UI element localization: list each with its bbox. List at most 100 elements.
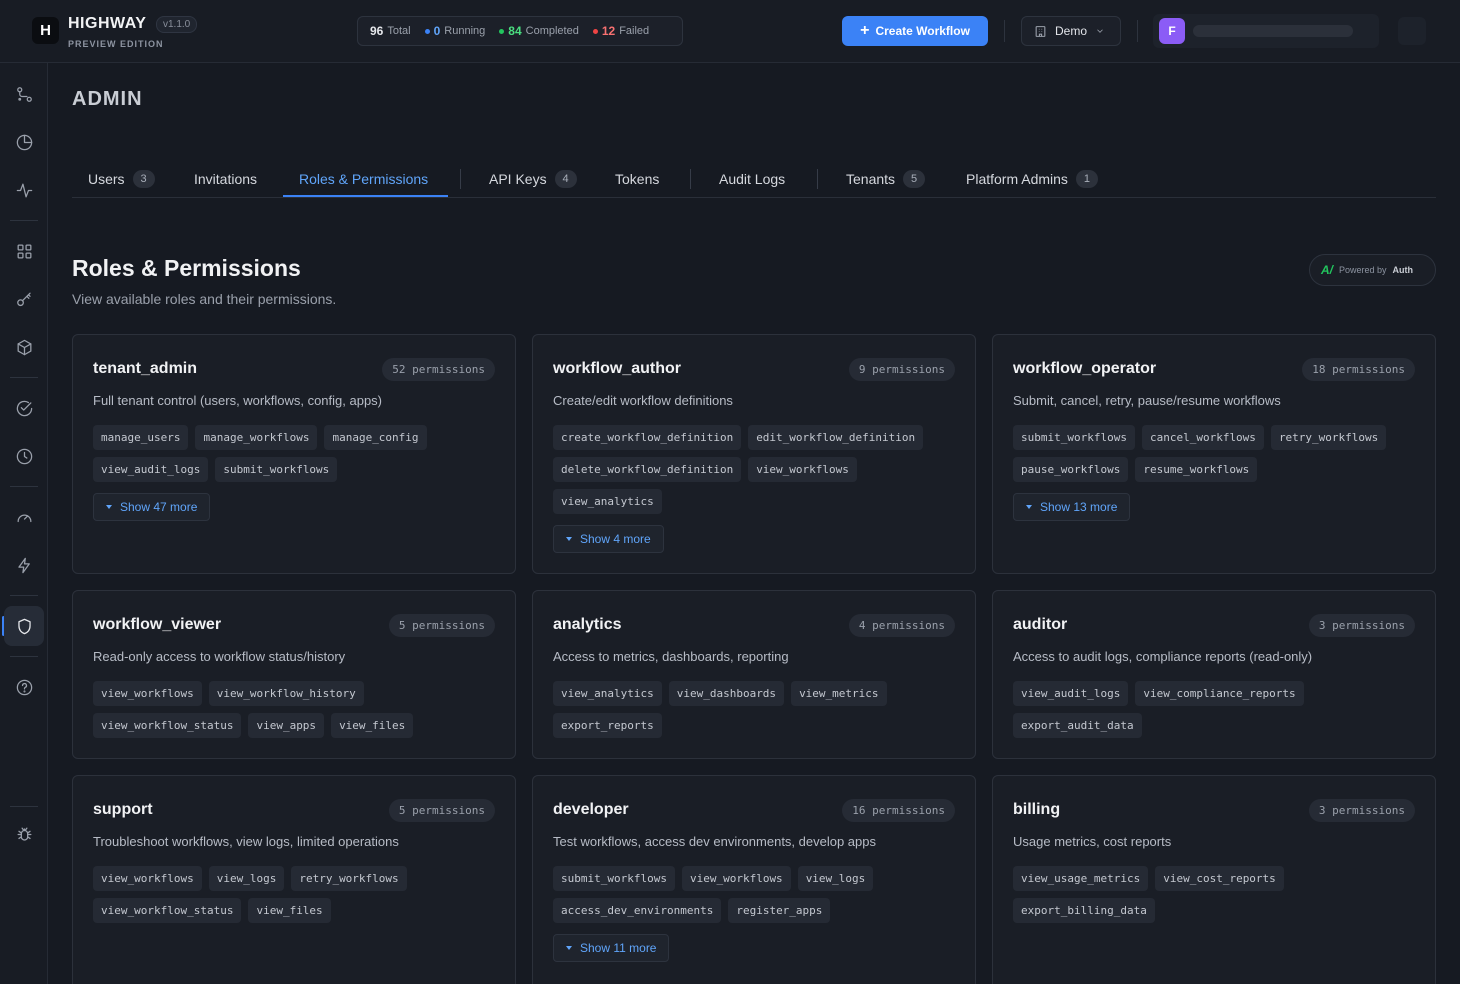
package-icon[interactable] <box>4 327 44 367</box>
tab-label: Tenants <box>846 171 896 187</box>
caret-down-icon <box>566 537 572 541</box>
gauge-icon[interactable] <box>4 497 44 537</box>
zap-icon[interactable] <box>4 545 44 585</box>
page-title: ADMIN <box>72 88 143 110</box>
permission-list: submit_workflows cancel_workflows retry_… <box>1013 425 1415 482</box>
app-logo[interactable]: H <box>32 17 59 44</box>
stat-total[interactable]: 96 Total <box>370 24 411 38</box>
show-more-button[interactable]: Show 11 more <box>553 934 670 962</box>
permission-list: create_workflow_definition edit_workflow… <box>553 425 955 514</box>
check-circle-icon[interactable] <box>4 388 44 428</box>
tab-platform-admins[interactable]: Platform Admins 1 <box>966 160 1098 198</box>
role-description: Test workflows, access dev environments,… <box>553 834 876 849</box>
key-icon[interactable] <box>4 279 44 319</box>
tab-divider <box>817 169 818 189</box>
show-more-label: Show 47 more <box>120 500 198 514</box>
tenant-selector[interactable]: Demo <box>1021 16 1121 46</box>
show-more-button[interactable]: Show 47 more <box>93 493 211 521</box>
permission-tag: view_workflow_history <box>208 681 364 706</box>
plus-icon: + <box>860 22 870 39</box>
header-extra-button[interactable] <box>1398 17 1426 45</box>
permission-tag: access_dev_environments <box>553 898 722 923</box>
role-card-tenant-admin: tenant_admin 52 permissions Full tenant … <box>72 334 516 574</box>
role-description: Read-only access to workflow status/hist… <box>93 649 346 664</box>
permission-tag: view_files <box>331 713 414 738</box>
tab-invitations[interactable]: Invitations <box>194 160 257 198</box>
stat-running-label: Running <box>444 25 486 37</box>
create-workflow-button[interactable]: + Create Workflow <box>842 16 988 46</box>
permission-list: view_audit_logs view_compliance_reports … <box>1013 681 1415 738</box>
workflow-icon[interactable] <box>4 74 44 114</box>
show-more-button[interactable]: Show 13 more <box>1013 493 1131 521</box>
help-icon[interactable] <box>4 667 44 707</box>
clock-icon[interactable] <box>4 436 44 476</box>
permission-tag: view_metrics <box>791 681 887 706</box>
activity-icon[interactable] <box>4 170 44 210</box>
permission-count-badge: 18 permissions <box>1302 357 1415 381</box>
powered-by-badge[interactable]: A/ Powered by Auth <box>1309 254 1436 286</box>
permission-tag: view_workflow_status <box>93 898 242 923</box>
tab-count-badge: 4 <box>554 170 577 188</box>
tab-count-badge: 3 <box>132 170 155 188</box>
sidebar-divider <box>10 220 38 221</box>
caret-down-icon <box>1026 505 1032 509</box>
permission-tag: delete_workflow_definition <box>553 457 742 482</box>
running-dot-icon <box>424 28 430 34</box>
bug-icon[interactable] <box>4 814 44 854</box>
stat-completed-label: Completed <box>525 25 579 37</box>
tab-label: Users <box>88 171 125 187</box>
permission-list: view_workflows view_workflow_history vie… <box>93 681 495 738</box>
shield-icon[interactable] <box>4 606 44 646</box>
user-menu[interactable]: F <box>1153 14 1379 48</box>
role-name: workflow_author <box>553 360 682 377</box>
tab-tenants[interactable]: Tenants 5 <box>846 160 926 198</box>
stat-failed-label: Failed <box>619 25 650 37</box>
permission-count-badge: 52 permissions <box>382 357 495 381</box>
tab-users[interactable]: Users 3 <box>88 160 155 198</box>
chevron-down-icon <box>1097 29 1103 33</box>
show-more-label: Show 4 more <box>580 532 651 546</box>
permission-count-badge: 16 permissions <box>842 798 955 822</box>
permission-tag: resume_workflows <box>1135 457 1258 482</box>
permission-tag: create_workflow_definition <box>553 425 742 450</box>
stat-running[interactable]: 0 Running <box>424 24 486 38</box>
section-subtitle: View available roles and their permissio… <box>72 291 337 307</box>
permission-tag: manage_users <box>93 425 189 450</box>
permission-tag: manage_workflows <box>195 425 318 450</box>
powered-by-label: Powered by <box>1339 265 1387 275</box>
tab-roles-permissions[interactable]: Roles & Permissions <box>299 160 428 198</box>
tab-count-badge: 1 <box>1075 170 1098 188</box>
role-description: Troubleshoot workflows, view logs, limit… <box>93 834 399 849</box>
permission-count-badge: 4 permissions <box>848 613 955 637</box>
role-description: Access to audit logs, compliance reports… <box>1013 649 1313 664</box>
sidebar-divider <box>10 377 38 378</box>
role-name: tenant_admin <box>93 360 198 377</box>
show-more-button[interactable]: Show 4 more <box>553 525 664 553</box>
stat-completed-value: 84 <box>508 24 522 38</box>
show-more-label: Show 13 more <box>1040 500 1118 514</box>
section-title: Roles & Permissions <box>72 255 301 281</box>
tab-divider <box>460 169 461 189</box>
permission-tag: view_analytics <box>553 681 662 706</box>
permission-tag: view_cost_reports <box>1155 866 1284 891</box>
user-email-redacted <box>1193 25 1353 37</box>
grid-icon[interactable] <box>4 231 44 271</box>
stat-completed[interactable]: 84 Completed <box>499 24 579 38</box>
permission-tag: export_audit_data <box>1013 713 1142 738</box>
role-description: Access to metrics, dashboards, reporting <box>553 649 789 664</box>
edition-label: PREVIEW EDITION <box>68 39 164 49</box>
permission-tag: view_logs <box>208 866 285 891</box>
permission-list: manage_users manage_workflows manage_con… <box>93 425 495 482</box>
completed-dot-icon <box>499 28 505 34</box>
tab-tokens[interactable]: Tokens <box>615 160 659 198</box>
tab-api-keys[interactable]: API Keys 4 <box>489 160 577 198</box>
permission-list: submit_workflows view_workflows view_log… <box>553 866 955 923</box>
role-name: workflow_operator <box>1013 360 1157 377</box>
permission-count-badge: 3 permissions <box>1308 798 1415 822</box>
create-workflow-label: Create Workflow <box>875 24 970 38</box>
tab-audit-logs[interactable]: Audit Logs <box>719 160 785 198</box>
pie-chart-icon[interactable] <box>4 122 44 162</box>
stat-failed[interactable]: 12 Failed <box>592 24 650 38</box>
sidebar-divider <box>10 595 38 596</box>
avatar: F <box>1159 18 1185 44</box>
